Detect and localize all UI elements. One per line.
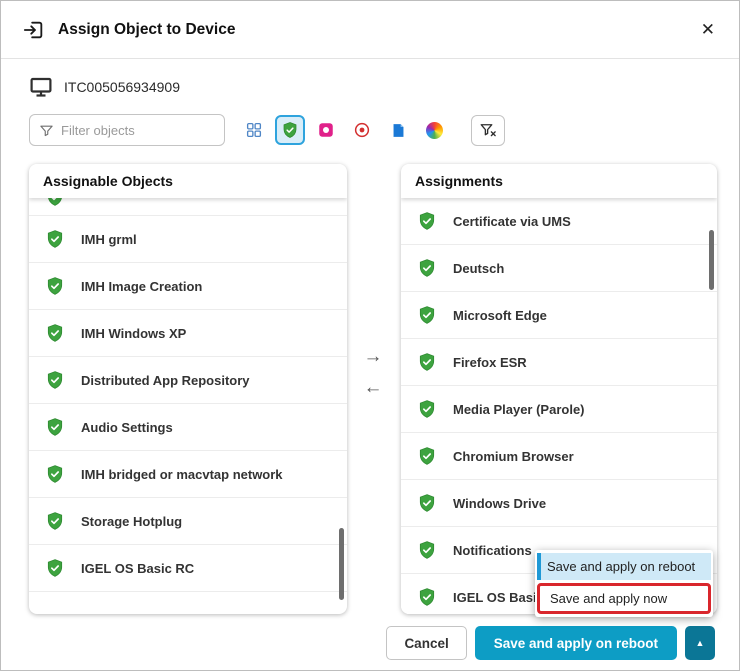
profile-shield-icon — [417, 399, 437, 419]
list-item[interactable]: Distributed App Repository — [29, 357, 347, 404]
object-type-filter-group — [239, 115, 449, 145]
filter-template-keys-button[interactable] — [419, 115, 449, 145]
list-item-label: Media Player (Parole) — [453, 402, 585, 417]
menu-item-save-apply-reboot[interactable]: Save and apply on reboot — [537, 553, 711, 580]
file-icon — [390, 122, 407, 139]
profile-shield-icon — [417, 587, 437, 607]
list-item-label: IGEL OS Basic — [453, 590, 544, 605]
list-item-partial — [29, 198, 347, 216]
list-item[interactable]: Firefox ESR — [401, 339, 717, 386]
list-item-label: Microsoft Edge — [453, 308, 547, 323]
list-item-label: IMH Image Creation — [81, 279, 202, 294]
list-item[interactable]: Audio Settings — [29, 404, 347, 451]
list-item-label: Notifications — [453, 543, 532, 558]
filter-priority-profiles-button[interactable] — [311, 115, 341, 145]
save-apply-reboot-button[interactable]: Save and apply on reboot — [475, 626, 677, 660]
list-item-label: IMH grml — [81, 232, 137, 247]
color-wheel-icon — [426, 122, 443, 139]
profile-shield-icon — [45, 323, 65, 343]
assign-object-dialog: Assign Object to Device ✕ ITC00505693490… — [0, 0, 740, 671]
dialog-header: Assign Object to Device ✕ — [1, 1, 739, 59]
right-scrollbar-thumb[interactable] — [709, 230, 714, 290]
dialog-footer: Cancel Save and apply on reboot ▲ — [386, 626, 715, 660]
device-id: ITC005056934909 — [64, 79, 180, 95]
filter-all-objects-button[interactable] — [239, 115, 269, 145]
assign-arrow-icon — [23, 19, 45, 41]
list-item[interactable]: IMH Windows XP — [29, 310, 347, 357]
list-item-label: IGEL OS Basic RC — [81, 561, 194, 576]
assignable-objects-list: IMH grml IMH Image Creation — [29, 198, 347, 614]
list-item[interactable]: Windows Drive — [401, 480, 717, 527]
list-item[interactable]: IMH bridged or macvtap network — [29, 451, 347, 498]
list-item-label: Certificate via UMS — [453, 214, 571, 229]
left-scrollbar-thumb[interactable] — [339, 528, 344, 600]
red-ring-icon — [353, 121, 371, 139]
list-item[interactable]: Chromium Browser — [401, 433, 717, 480]
profile-shield-icon — [45, 229, 65, 249]
save-options-menu: Save and apply on reboot Save and apply … — [535, 550, 713, 617]
list-item-label: Deutsch — [453, 261, 504, 276]
grid-icon — [245, 121, 263, 139]
cancel-button[interactable]: Cancel — [386, 626, 466, 660]
profile-shield-icon — [45, 558, 65, 578]
assignments-title: Assignments — [401, 164, 717, 198]
profile-shield-icon — [417, 211, 437, 231]
filter-toolbar — [29, 113, 505, 147]
list-item-label: Windows Drive — [453, 496, 546, 511]
funnel-icon — [39, 123, 54, 138]
target-device: ITC005056934909 — [29, 75, 180, 99]
close-icon[interactable]: ✕ — [701, 21, 715, 38]
list-item-label: Chromium Browser — [453, 449, 574, 464]
list-item[interactable]: IGEL OS Basic RC — [29, 545, 347, 592]
list-item[interactable]: Deutsch — [401, 245, 717, 292]
profile-shield-icon — [417, 493, 437, 513]
list-item-label: Firefox ESR — [453, 355, 527, 370]
shield-icon — [281, 121, 299, 139]
list-item[interactable]: Media Player (Parole) — [401, 386, 717, 433]
profile-shield-icon — [417, 258, 437, 278]
menu-item-save-apply-now[interactable]: Save and apply now — [537, 583, 711, 614]
transfer-controls: → ← — [357, 347, 389, 397]
assignable-objects-panel: Assignable Objects — [29, 164, 347, 614]
filter-master-profiles-button[interactable] — [347, 115, 377, 145]
assignments-panel: Assignments Certificate via UMS — [401, 164, 717, 614]
list-item-label: Audio Settings — [81, 420, 173, 435]
list-item[interactable]: IMH Image Creation — [29, 263, 347, 310]
profile-shield-icon — [417, 446, 437, 466]
filter-files-button[interactable] — [383, 115, 413, 145]
funnel-clear-icon — [479, 121, 497, 139]
profile-shield-icon — [45, 511, 65, 531]
dialog-title: Assign Object to Device — [58, 21, 235, 39]
filter-objects-input[interactable] — [61, 123, 215, 138]
filter-profiles-button[interactable] — [275, 115, 305, 145]
profile-shield-icon — [45, 417, 65, 437]
monitor-icon — [29, 75, 53, 99]
filter-objects-field[interactable] — [29, 114, 225, 146]
list-item-label: Distributed App Repository — [81, 373, 250, 388]
move-left-arrow[interactable]: ← — [364, 378, 383, 397]
list-item[interactable]: IMH grml — [29, 216, 347, 263]
list-item[interactable]: Microsoft Edge — [401, 292, 717, 339]
clear-filter-button[interactable] — [471, 115, 505, 146]
profile-shield-icon — [417, 540, 437, 560]
assignable-objects-rows: IMH grml IMH Image Creation — [29, 216, 347, 592]
list-item[interactable]: Certificate via UMS — [401, 198, 717, 245]
move-right-arrow[interactable]: → — [364, 347, 383, 366]
list-item-label: IMH bridged or macvtap network — [81, 467, 283, 482]
profile-shield-icon — [417, 352, 437, 372]
assignable-objects-title: Assignable Objects — [29, 164, 347, 198]
list-item-label: Storage Hotplug — [81, 514, 182, 529]
profile-shield-icon — [45, 276, 65, 296]
pink-badge-icon — [317, 121, 335, 139]
profile-shield-icon — [45, 370, 65, 390]
profile-shield-icon — [45, 464, 65, 484]
save-options-caret-button[interactable]: ▲ — [685, 626, 715, 660]
list-item-label: IMH Windows XP — [81, 326, 186, 341]
profile-shield-icon — [417, 305, 437, 325]
list-item[interactable]: Storage Hotplug — [29, 498, 347, 545]
